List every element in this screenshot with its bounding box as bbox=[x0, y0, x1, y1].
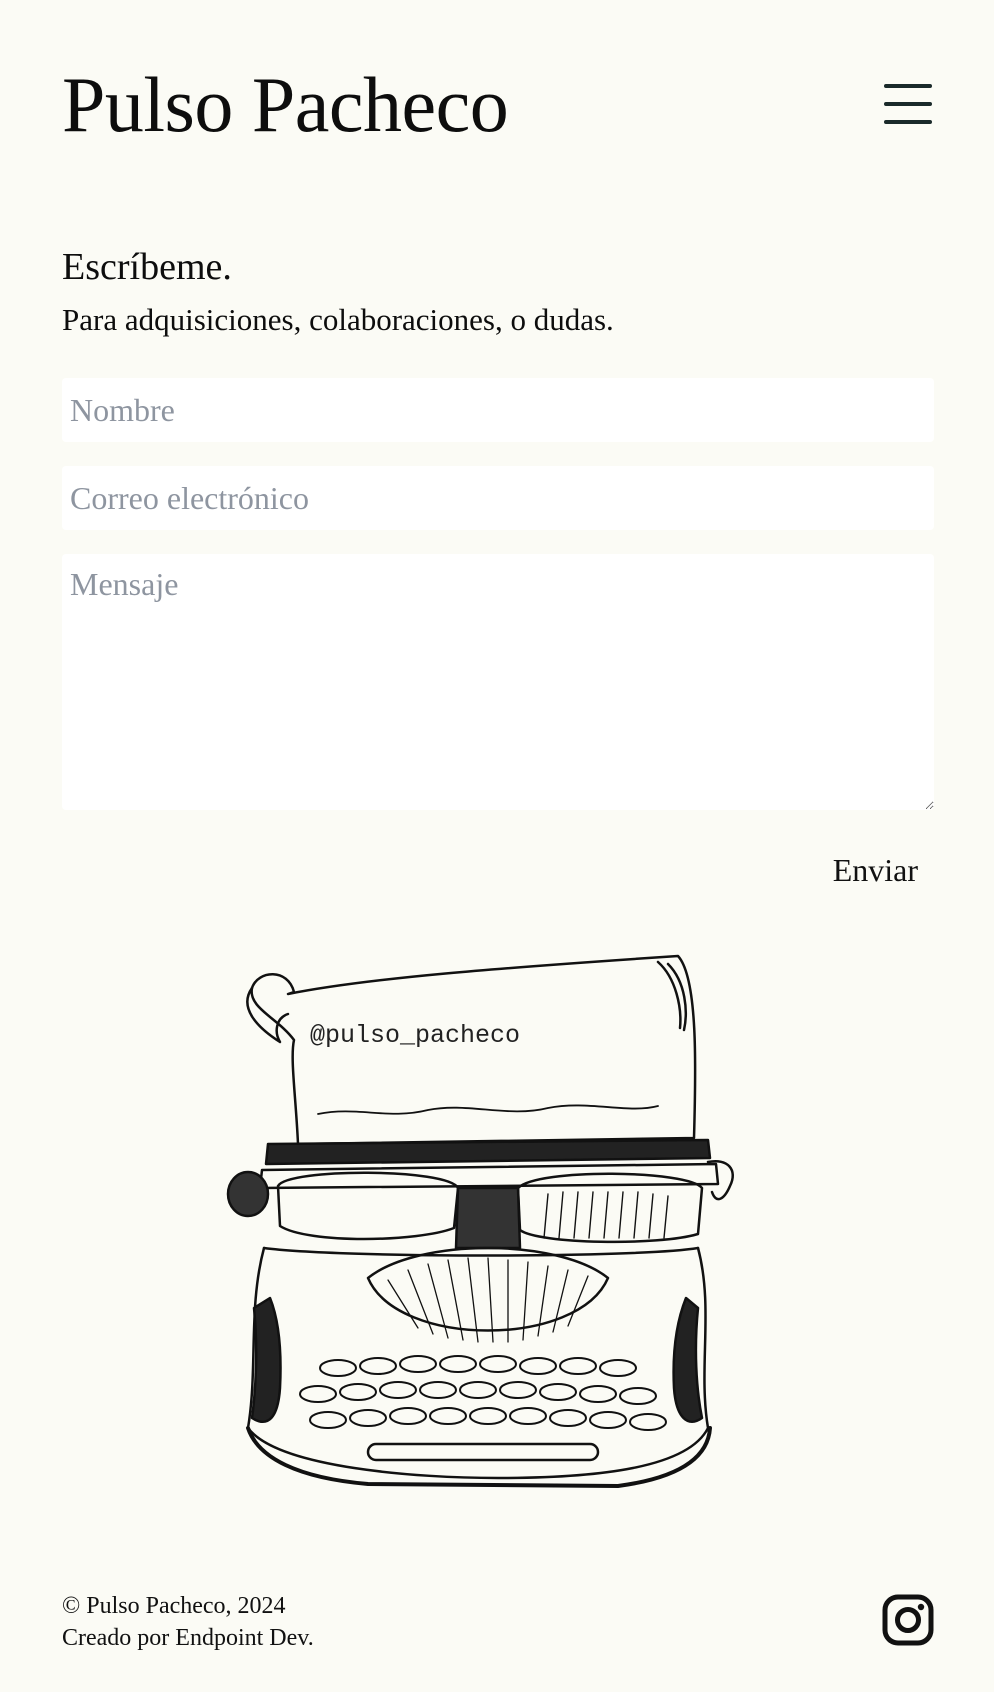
site-title[interactable]: Pulso Pacheco bbox=[62, 60, 509, 150]
menu-bar-top bbox=[884, 84, 932, 88]
name-field[interactable] bbox=[62, 378, 934, 442]
credit-text[interactable]: Creado por Endpoint Dev. bbox=[62, 1622, 934, 1654]
email-field[interactable] bbox=[62, 466, 934, 530]
instagram-icon[interactable] bbox=[882, 1594, 934, 1646]
site-footer: © Pulso Pacheco, 2024 Creado por Endpoin… bbox=[62, 1590, 934, 1651]
menu-bar-middle bbox=[884, 102, 932, 106]
hamburger-menu-icon[interactable] bbox=[882, 82, 934, 126]
contact-heading: Escríbeme. bbox=[62, 246, 232, 288]
contact-page: Pulso Pacheco Escríbeme. Para adquisicio… bbox=[0, 0, 994, 1692]
message-field[interactable] bbox=[62, 554, 934, 810]
paper-handle-text: @pulso_pacheco bbox=[310, 1021, 520, 1050]
contact-subheading: Para adquisiciones, colaboraciones, o du… bbox=[62, 302, 614, 337]
menu-bar-bottom bbox=[884, 120, 932, 124]
copyright-text: © Pulso Pacheco, 2024 bbox=[62, 1593, 286, 1619]
send-button[interactable]: Enviar bbox=[833, 852, 918, 889]
typewriter-illustration: @pulso_pacheco bbox=[226, 954, 734, 1488]
site-header: Pulso Pacheco bbox=[62, 60, 934, 150]
